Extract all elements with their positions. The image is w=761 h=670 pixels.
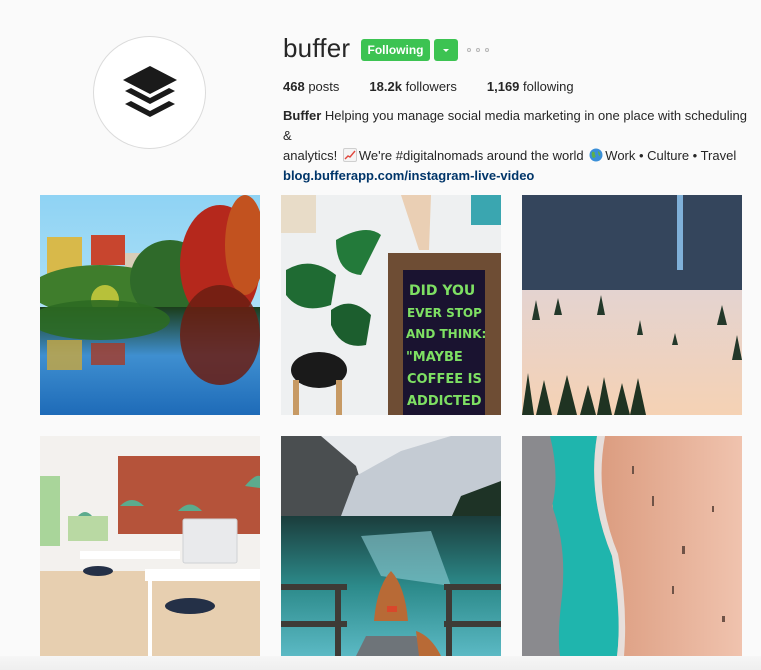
bio-name: Buffer (283, 108, 322, 123)
post-thumbnail[interactable]: DID YOU EVER STOP AND THINK: "MAYBE COFF… (281, 195, 501, 415)
follow-options-dropdown[interactable] (434, 39, 458, 61)
profile-stats: 468 posts 18.2k followers 1,169 followin… (283, 79, 604, 94)
buffer-logo-icon (122, 65, 177, 117)
post-image (522, 195, 742, 415)
svg-text:DID YOU: DID YOU (409, 283, 475, 299)
profile-bio: Buffer Helping you manage social media m… (283, 106, 753, 186)
bio-text: Helping you manage social media marketin… (283, 108, 747, 143)
post-thumbnail[interactable] (281, 436, 501, 656)
profile-avatar[interactable] (93, 36, 206, 149)
following-button[interactable]: Following (361, 39, 430, 61)
chart-increasing-icon (342, 148, 357, 162)
post-thumbnail[interactable] (40, 195, 260, 415)
post-image (281, 436, 501, 656)
post-thumbnail[interactable] (40, 436, 260, 656)
svg-text:ADDICTED: ADDICTED (407, 394, 482, 409)
post-image (40, 436, 260, 656)
svg-text:AND THINK:: AND THINK: (406, 327, 486, 341)
globe-icon (589, 148, 603, 162)
ellipsis-icon (467, 48, 471, 52)
post-image (522, 436, 742, 656)
more-options-button[interactable] (467, 44, 489, 56)
stat-followers[interactable]: 18.2k followers (369, 79, 456, 94)
ellipsis-icon (476, 48, 480, 52)
stat-following[interactable]: 1,169 following (487, 79, 574, 94)
svg-text:EVER STOP: EVER STOP (407, 306, 482, 320)
ellipsis-icon (485, 48, 489, 52)
post-thumbnail[interactable] (522, 195, 742, 415)
profile-username: buffer (283, 33, 351, 63)
stat-posts[interactable]: 468 posts (283, 79, 339, 94)
post-thumbnail[interactable] (522, 436, 742, 656)
svg-text:COFFEE IS: COFFEE IS (407, 372, 482, 387)
page-footer-edge (0, 656, 761, 670)
post-image (40, 195, 260, 415)
caret-down-icon (443, 48, 449, 52)
post-image: DID YOU EVER STOP AND THINK: "MAYBE COFF… (281, 195, 501, 415)
bio-link[interactable]: blog.bufferapp.com/instagram-live-video (283, 166, 753, 186)
svg-text:"MAYBE: "MAYBE (406, 350, 463, 365)
